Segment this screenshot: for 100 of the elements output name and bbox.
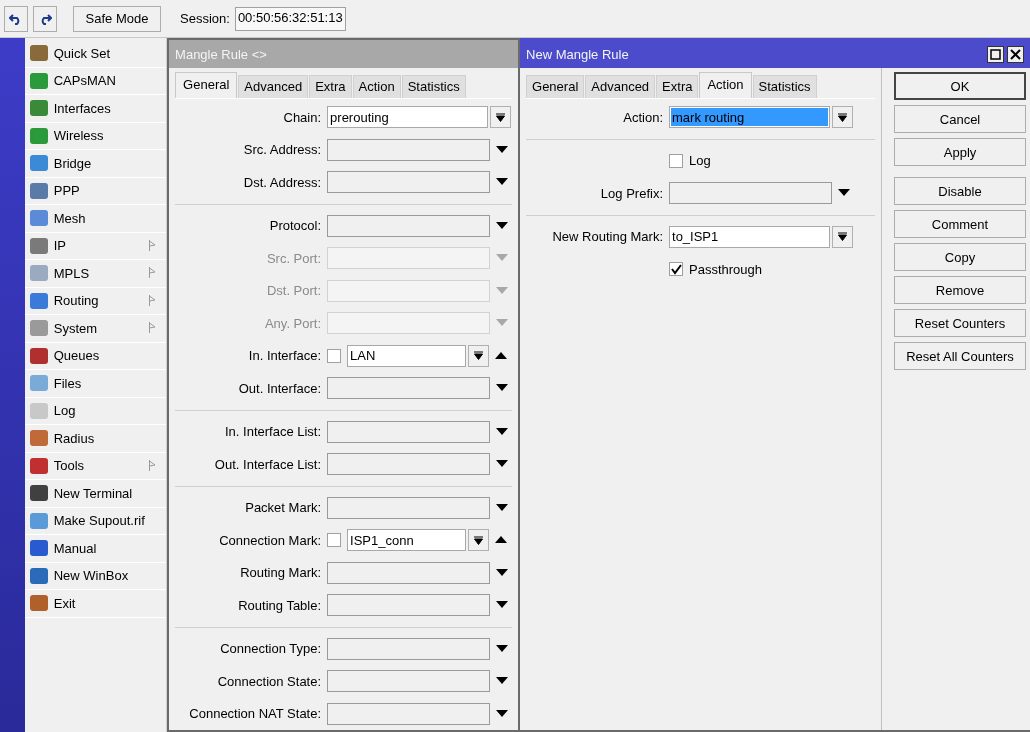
expand-arrow-icon[interactable]: [838, 189, 850, 198]
dialog-button[interactable]: Comment: [894, 210, 1026, 238]
tile-icon: [29, 127, 48, 144]
dropdown-button[interactable]: [490, 106, 512, 129]
tile-icon: [29, 292, 48, 309]
dialog-button[interactable]: Apply: [894, 138, 1026, 166]
expand-arrow-icon[interactable]: [496, 221, 509, 230]
checkbox[interactable]: [669, 153, 683, 168]
menu-item[interactable]: Files: [24, 370, 167, 398]
checkbox[interactable]: [327, 533, 342, 548]
menu-item[interactable]: Make Supout.rif: [24, 507, 167, 535]
dropdown-field[interactable]: [327, 138, 491, 161]
menu-item[interactable]: Routing: [24, 287, 167, 315]
dropdown-field[interactable]: [327, 561, 491, 584]
collapse-arrow-icon[interactable]: [495, 536, 508, 545]
menu-item[interactable]: Bridge: [24, 150, 167, 178]
safe-mode-button[interactable]: Safe Mode: [73, 5, 161, 32]
expand-arrow-icon[interactable]: [496, 644, 509, 653]
dropdown-button[interactable]: [468, 529, 490, 552]
expand-arrow-icon[interactable]: [496, 677, 509, 686]
combo-field[interactable]: mark routing: [669, 106, 830, 129]
tab[interactable]: Action: [352, 75, 401, 98]
dialog-button[interactable]: Remove: [894, 276, 1026, 304]
expand-arrow-icon[interactable]: [496, 460, 509, 469]
collapse-arrow-icon[interactable]: [495, 351, 508, 360]
field-label: Any. Port:: [263, 315, 323, 331]
dialog-button[interactable]: Disable: [894, 177, 1026, 205]
dialog-button[interactable]: Cancel: [894, 105, 1026, 133]
tab[interactable]: Advanced: [585, 75, 656, 98]
dialog-button[interactable]: Reset All Counters: [894, 342, 1026, 370]
maximize-button[interactable]: [987, 45, 1004, 63]
menu-item[interactable]: New WinBox: [24, 562, 167, 590]
menu-item[interactable]: PPP: [24, 177, 167, 205]
expand-arrow-icon[interactable]: [496, 601, 509, 610]
dropdown-field[interactable]: [669, 182, 832, 205]
dropdown-field[interactable]: [327, 496, 491, 519]
field-label: Connection Mark:: [218, 532, 323, 548]
menu-item[interactable]: Interfaces: [24, 95, 167, 123]
menu-item[interactable]: IP: [24, 232, 167, 260]
dialog-button[interactable]: OK: [894, 72, 1026, 100]
tile-icon: [29, 512, 48, 529]
dropdown-button[interactable]: [832, 106, 853, 129]
tab[interactable]: Action: [699, 72, 752, 98]
menu-item[interactable]: Manual: [24, 535, 167, 563]
expand-arrow-icon[interactable]: [496, 568, 509, 577]
dropdown-field[interactable]: [327, 420, 491, 443]
menu-item[interactable]: MPLS: [24, 260, 167, 288]
dropdown-field[interactable]: [327, 377, 491, 400]
menu-item[interactable]: CAPsMAN: [24, 67, 167, 95]
dropdown-field[interactable]: [327, 171, 491, 194]
menu-item[interactable]: Wireless: [24, 122, 167, 150]
dropdown-button[interactable]: [468, 344, 490, 367]
combo-field[interactable]: prerouting: [327, 106, 489, 129]
dropdown-field[interactable]: [327, 594, 491, 617]
tile-icon: [29, 45, 48, 62]
field-label: Connection Type:: [219, 641, 323, 657]
tab[interactable]: Extra: [309, 75, 352, 98]
expand-arrow-icon[interactable]: [496, 384, 509, 393]
dropdown-field[interactable]: [327, 670, 491, 693]
dropdown-field[interactable]: [327, 637, 491, 660]
dialog-button[interactable]: Copy: [894, 243, 1026, 271]
tab[interactable]: Advanced: [238, 75, 309, 98]
dropdown-field[interactable]: [327, 702, 491, 725]
menu-item[interactable]: Mesh: [24, 205, 167, 233]
tile-icon: [29, 182, 48, 199]
combo-field[interactable]: to_ISP1: [669, 225, 830, 248]
expand-arrow-icon[interactable]: [496, 145, 509, 154]
expand-arrow-icon[interactable]: [496, 427, 509, 436]
combo-field[interactable]: ISP1_conn: [347, 529, 467, 552]
tab[interactable]: Statistics: [401, 75, 466, 98]
tab[interactable]: General: [175, 72, 238, 98]
tile-icon: [29, 320, 48, 337]
expand-arrow-icon[interactable]: [496, 503, 509, 512]
tab[interactable]: Extra: [656, 75, 699, 98]
menu-item[interactable]: Quick Set: [24, 40, 167, 68]
expand-arrow-icon[interactable]: [496, 178, 509, 187]
expand-arrow-icon[interactable]: [496, 709, 509, 718]
tab[interactable]: General: [526, 75, 585, 98]
dialog-button[interactable]: Reset Counters: [894, 309, 1026, 337]
undo-button[interactable]: [4, 5, 28, 32]
tile-icon: [29, 402, 48, 419]
checkbox[interactable]: [669, 262, 683, 277]
dropdown-button[interactable]: [832, 225, 853, 248]
checkbox[interactable]: [327, 348, 342, 363]
close-button[interactable]: [1007, 45, 1024, 63]
menu-item[interactable]: New Terminal: [24, 480, 167, 508]
tile-icon: [29, 457, 48, 474]
tab[interactable]: Statistics: [752, 75, 817, 98]
menu-item[interactable]: Queues: [24, 342, 167, 370]
menu-item[interactable]: Radius: [24, 425, 167, 453]
close-icon: [1010, 48, 1021, 60]
dropdown-caret-icon: [838, 232, 847, 242]
menu-item[interactable]: Exit: [24, 590, 167, 618]
menu-item[interactable]: Log: [24, 397, 167, 425]
redo-button[interactable]: [33, 5, 57, 32]
dropdown-field[interactable]: [327, 214, 491, 237]
dropdown-field[interactable]: [327, 453, 491, 476]
menu-item[interactable]: System: [24, 315, 167, 343]
combo-field[interactable]: LAN: [347, 344, 467, 367]
menu-item[interactable]: Tools: [24, 452, 167, 480]
